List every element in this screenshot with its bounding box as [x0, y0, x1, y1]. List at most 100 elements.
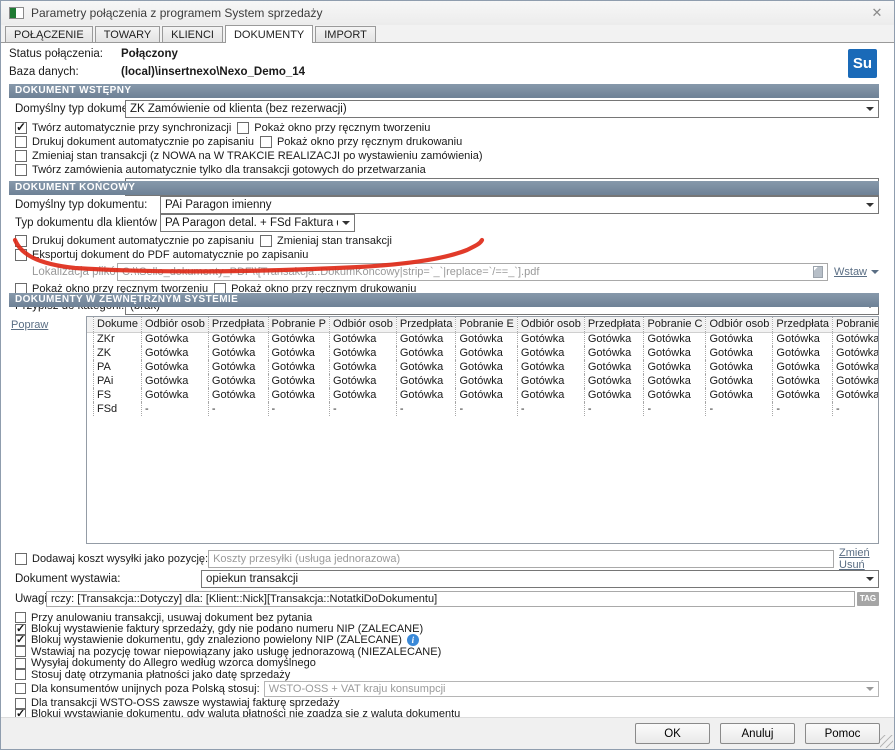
table-cell: Gotówka — [517, 374, 584, 388]
column-header[interactable]: Pobranie H — [833, 317, 879, 332]
table-cell: Gotówka — [456, 332, 517, 346]
option-row[interactable]: Wstawiaj na pozycję towar niepowiązany j… — [9, 646, 879, 657]
connection-status: Status połączenia: Połączony Baza danych… — [9, 45, 305, 81]
column-header[interactable]: Pobranie C — [644, 317, 706, 332]
table-cell: Gotówka — [208, 346, 268, 360]
checkbox[interactable] — [15, 249, 27, 261]
checkbox[interactable] — [15, 164, 27, 176]
resize-grip[interactable] — [880, 735, 893, 748]
cancel-button[interactable]: Anuluj — [720, 723, 795, 744]
table-cell: Gotówka — [644, 374, 706, 388]
column-header[interactable]: Przedpłata — [396, 317, 456, 332]
checkbox[interactable] — [260, 136, 272, 148]
option-label[interactable]: Wysyłaj dokumenty do Allegro według wzor… — [31, 657, 316, 669]
file-icon[interactable] — [813, 266, 823, 278]
checkbox[interactable] — [15, 553, 27, 565]
table-row[interactable]: PAGotówkaGotówkaGotówkaGotówkaGotówkaGot… — [87, 360, 879, 374]
option-label[interactable]: Wstawiaj na pozycję towar niepowiązany j… — [31, 646, 441, 658]
table-cell: Gotówka — [833, 360, 879, 374]
column-header[interactable]: Przedpłata — [584, 317, 644, 332]
table-cell: Gotówka — [773, 360, 833, 374]
checkbox[interactable] — [237, 122, 249, 134]
connection-parameters-dialog: Parametry połączenia z programem System … — [0, 0, 895, 750]
table-row[interactable]: FSd------------Nie — [87, 402, 879, 416]
option-label[interactable]: Dla konsumentów unijnych poza Polską sto… — [31, 683, 260, 695]
table-cell: Gotówka — [396, 360, 456, 374]
option-row[interactable]: Blokuj wystawienie dokumentu, gdy znalez… — [9, 635, 879, 646]
chevron-down-icon — [866, 577, 874, 581]
table-cell: Gotówka — [706, 346, 773, 360]
option-row[interactable]: Przy anulowaniu transakcji, usuwaj dokum… — [9, 612, 879, 623]
tab-dokumenty[interactable]: DOKUMENTY — [225, 25, 313, 43]
close-icon[interactable]: ✕ — [868, 5, 886, 21]
popraw-link[interactable]: Popraw — [11, 319, 48, 331]
help-button[interactable]: Pomoc — [805, 723, 880, 744]
column-header[interactable]: Przedpłata — [208, 317, 268, 332]
column-header[interactable]: Dokume — [94, 317, 142, 332]
column-header[interactable]: Przedpłata — [773, 317, 833, 332]
checkbox[interactable] — [15, 658, 26, 669]
checkbox[interactable] — [15, 150, 27, 162]
shipping-cost-input[interactable]: Koszty przesyłki (usługa jednorazowa) — [208, 550, 834, 568]
wsto-select[interactable]: WSTO-OSS + VAT kraju konsumpcji — [264, 681, 879, 697]
checkbox[interactable] — [15, 136, 27, 148]
table-row[interactable]: PAiGotówkaGotówkaGotówkaGotówkaGotówkaGo… — [87, 374, 879, 388]
option-row[interactable]: Stosuj datę otrzymania płatności jako da… — [9, 669, 879, 680]
final-doc-type-select[interactable]: PAi Paragon imienny — [160, 196, 879, 214]
column-header[interactable]: Odbiór osob — [706, 317, 773, 332]
table-row[interactable]: ZKGotówkaGotówkaGotówkaGotówkaGotówkaGot… — [87, 346, 879, 360]
issuer-label: Dokument wystawia: — [9, 573, 201, 585]
section-header: DOKUMENTY W ZEWNĘTRZNYM SYSTEMIE — [9, 293, 879, 307]
default-doc-type-select[interactable]: ZK Zamówienie od klienta (bez rezerwacji… — [125, 100, 879, 118]
table-cell: - — [773, 402, 833, 416]
checkbox[interactable] — [15, 669, 26, 680]
chevron-down-icon — [866, 107, 874, 111]
tab-klienci[interactable]: KLIENCI — [162, 26, 223, 42]
table-cell: Gotówka — [208, 332, 268, 346]
option-label[interactable]: Blokuj wystawienie dokumentu, gdy znalez… — [31, 634, 402, 646]
checkbox[interactable] — [15, 635, 26, 646]
checkbox[interactable] — [15, 646, 26, 657]
info-icon[interactable]: i — [407, 634, 419, 646]
checkbox[interactable] — [260, 235, 272, 247]
option-row[interactable]: Blokuj wystawienie faktury sprzedaży, gd… — [9, 623, 879, 634]
option-label[interactable]: Przy anulowaniu transakcji, usuwaj dokum… — [31, 612, 312, 624]
table-row[interactable]: ZKrGotówkaGotówkaGotówkaGotówkaGotówkaGo… — [87, 332, 879, 346]
zmien-link[interactable]: Zmień — [839, 547, 870, 559]
column-header[interactable]: Odbiór osob — [329, 317, 396, 332]
column-header[interactable]: Odbiór osob — [141, 317, 208, 332]
tab-import[interactable]: IMPORT — [315, 26, 376, 42]
table-cell: Gotówka — [268, 360, 329, 374]
tab-polaczenie[interactable]: POŁĄCZENIE — [5, 26, 93, 42]
issuer-select[interactable]: opiekun transakcji — [201, 570, 879, 588]
option-label[interactable]: Stosuj datę otrzymania płatności jako da… — [31, 669, 290, 681]
column-header[interactable]: Odbiór osob — [517, 317, 584, 332]
option-row[interactable]: Dla konsumentów unijnych poza Polską sto… — [9, 680, 879, 697]
option-row[interactable]: Dla transakcji WSTO-OSS zawsze wystawiaj… — [9, 697, 879, 708]
ok-button[interactable]: OK — [635, 723, 710, 744]
no-nip-doc-type-select[interactable]: PA Paragon detal. + FSd Faktura detal. — [160, 214, 355, 232]
table-cell: Gotówka — [208, 374, 268, 388]
checkbox[interactable] — [15, 683, 26, 694]
option-row[interactable]: Wysyłaj dokumenty do Allegro według wzor… — [9, 658, 879, 669]
tag-button[interactable]: TAG — [857, 592, 879, 606]
table-cell: Gotówka — [141, 360, 208, 374]
pdf-path-input[interactable]: C:\\Sello_dokumenty_PDF\\[Transakcja::Do… — [117, 263, 828, 281]
table-cell: Gotówka — [833, 388, 879, 402]
payments-grid-container[interactable]: DokumeOdbiór osobPrzedpłataPobranie POdb… — [86, 316, 879, 544]
wstaw-dropdown[interactable]: Wstaw — [834, 266, 879, 278]
tab-towary[interactable]: TOWARY — [95, 26, 160, 42]
column-header[interactable]: Pobranie E — [456, 317, 517, 332]
table-cell: Gotówka — [833, 346, 879, 360]
table-cell: Gotówka — [773, 374, 833, 388]
option-label[interactable]: Dla transakcji WSTO-OSS zawsze wystawiaj… — [31, 697, 340, 709]
table-row[interactable]: FSGotówkaGotówkaGotówkaGotówkaGotówkaGot… — [87, 388, 879, 402]
table-cell: Gotówka — [517, 360, 584, 374]
uwagi-input[interactable]: rczy: [Transakcja::Dotyczy] dla: [Klient… — [46, 591, 855, 607]
table-cell: Gotówka — [773, 346, 833, 360]
option-label[interactable]: Blokuj wystawienie faktury sprzedaży, gd… — [31, 623, 423, 635]
section-dokument-wstepny: DOKUMENT WSTĘPNY Domyślny typ dokumentu:… — [9, 84, 879, 196]
checkbox[interactable] — [15, 235, 27, 247]
checkbox[interactable] — [15, 122, 27, 134]
column-header[interactable]: Pobranie P — [268, 317, 329, 332]
